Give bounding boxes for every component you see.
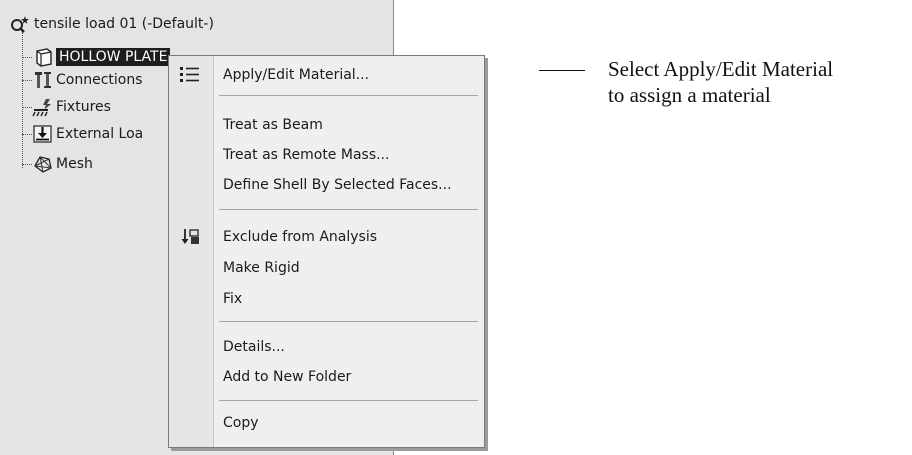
tree-connector xyxy=(22,107,32,108)
mesh-icon xyxy=(32,154,54,174)
menu-separator xyxy=(219,321,478,322)
tree-connector xyxy=(22,134,32,135)
menu-item-label: Details... xyxy=(223,339,285,355)
menu-item-treat-as-beam[interactable]: Treat as Beam xyxy=(169,110,484,140)
tree-item-external-loads[interactable]: External Loa xyxy=(32,123,143,145)
tree-item-label: External Loa xyxy=(56,126,144,142)
menu-item-apply-edit-material[interactable]: Apply/Edit Material... xyxy=(169,60,484,90)
tree-connector xyxy=(22,164,32,165)
tree-connector xyxy=(22,57,32,58)
menu-item-label: Treat as Beam xyxy=(223,117,323,133)
tree-item-label: Connections xyxy=(56,72,143,88)
external-loads-icon xyxy=(32,124,54,144)
context-menu: Apply/Edit Material... Treat as Beam Tre… xyxy=(168,55,485,448)
callout-line-2: to assign a material xyxy=(608,83,771,107)
menu-item-label: Define Shell By Selected Faces... xyxy=(223,177,452,193)
fixtures-icon xyxy=(32,97,54,117)
menu-separator xyxy=(219,95,478,96)
material-list-icon xyxy=(179,65,201,85)
menu-item-label: Add to New Folder xyxy=(223,369,352,385)
tree-item-label: HOLLOW PLATE xyxy=(56,48,171,66)
part-icon xyxy=(32,47,54,67)
tree-root-study[interactable]: tensile load 01 (-Default-) xyxy=(10,14,214,34)
menu-item-fix[interactable]: Fix xyxy=(169,284,484,314)
menu-item-label: Treat as Remote Mass... xyxy=(223,147,390,163)
menu-separator xyxy=(219,209,478,210)
menu-item-treat-as-remote-mass[interactable]: Treat as Remote Mass... xyxy=(169,140,484,170)
tree-item-hollow-plate[interactable]: HOLLOW PLATE xyxy=(32,46,171,68)
menu-item-details[interactable]: Details... xyxy=(169,332,484,362)
menu-separator xyxy=(219,400,478,401)
menu-item-label: Apply/Edit Material... xyxy=(223,67,370,83)
callout-annotation: Select Apply/Edit Material to assign a m… xyxy=(608,56,908,108)
callout-line-1: Select Apply/Edit Material xyxy=(608,57,834,81)
connections-icon xyxy=(32,70,54,90)
tree-item-label: Fixtures xyxy=(56,99,111,115)
menu-item-make-rigid[interactable]: Make Rigid xyxy=(169,253,484,283)
menu-item-label: Make Rigid xyxy=(223,260,300,276)
menu-item-add-to-new-folder[interactable]: Add to New Folder xyxy=(169,362,484,392)
study-icon xyxy=(10,14,32,34)
tree-item-connections[interactable]: Connections xyxy=(32,69,143,91)
tree-connector xyxy=(22,32,23,168)
menu-item-exclude-from-analysis[interactable]: Exclude from Analysis xyxy=(169,222,484,252)
tree-item-label: Mesh xyxy=(56,156,93,172)
tree-root-label: tensile load 01 (-Default-) xyxy=(34,16,214,32)
menu-item-label: Fix xyxy=(223,291,243,307)
menu-item-define-shell[interactable]: Define Shell By Selected Faces... xyxy=(169,170,484,200)
exclude-icon xyxy=(179,227,201,247)
tree-item-fixtures[interactable]: Fixtures xyxy=(32,96,111,118)
menu-item-label: Copy xyxy=(223,415,259,431)
callout-leader-line xyxy=(539,70,585,71)
tree-item-mesh[interactable]: Mesh xyxy=(32,153,93,175)
tree-connector xyxy=(22,80,32,81)
menu-item-label: Exclude from Analysis xyxy=(223,229,378,245)
menu-item-copy[interactable]: Copy xyxy=(169,408,484,438)
